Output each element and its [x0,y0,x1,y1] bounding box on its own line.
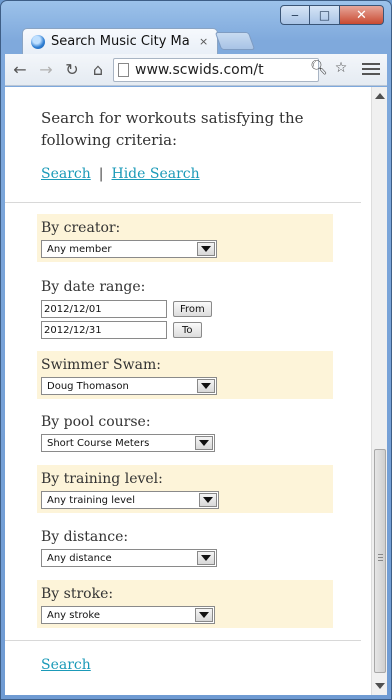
tab-close-icon[interactable]: × [199,35,208,48]
bookmark-star-icon[interactable]: ☆ [332,58,350,78]
stroke-criteria: By stroke: Any stroke [37,580,333,628]
scroll-up-arrow-icon[interactable] [375,93,385,99]
creator-label: By creator: [41,220,121,236]
training-level-criteria: By training level: Any training level [37,465,333,513]
training-level-label: By training level: [41,471,163,487]
forward-arrow-icon[interactable]: → [35,59,57,81]
scroll-down-arrow-icon[interactable] [375,683,385,689]
chevron-down-icon [195,436,213,450]
chevron-down-icon [199,493,217,507]
swimmer-select[interactable]: Doug Thomason [41,377,217,395]
stroke-label: By stroke: [41,586,114,602]
creator-criteria: By creator: Any member [37,214,333,262]
to-date-button[interactable]: To [173,322,202,338]
pool-course-select-value: Short Course Meters [47,437,150,449]
back-arrow-icon[interactable]: ← [9,59,31,81]
chevron-down-icon [195,608,213,622]
scroll-thumb[interactable] [374,449,386,673]
creator-select-value: Any member [47,243,112,255]
browser-tab[interactable]: Search Music City Ma × [22,28,218,54]
chevron-down-icon [197,379,215,393]
date-range-criteria: By date range: 2012/12/01 From 2012/12/3… [37,273,333,343]
to-date-input[interactable]: 2012/12/31 [41,321,167,339]
from-date-button[interactable]: From [173,301,212,317]
window-controls: ‒ □ ✕ [280,5,384,25]
tab-title: Search Music City Ma [51,34,190,49]
close-icon[interactable]: ✕ [340,5,384,25]
reload-icon[interactable]: ↻ [61,59,83,81]
distance-label: By distance: [41,529,129,545]
date-range-label: By date range: [41,279,146,295]
distance-select[interactable]: Any distance [41,549,217,567]
pool-course-label: By pool course: [41,414,151,430]
chevron-down-icon [197,242,215,256]
distance-criteria: By distance: Any distance [37,523,333,571]
stroke-select[interactable]: Any stroke [41,606,215,624]
link-separator: | [98,166,104,182]
search-link[interactable]: Search [41,166,91,182]
creator-select[interactable]: Any member [41,240,217,258]
vertical-scrollbar[interactable] [371,87,387,695]
search-links: Search | Hide Search [41,166,200,182]
zoom-icon[interactable]: 🔍︎ [310,58,328,78]
address-url: www.scwids.com/t [135,61,264,78]
search-intro-text: Search for workouts satisfying the follo… [41,109,304,149]
maximize-icon[interactable]: □ [310,5,340,25]
pool-course-criteria: By pool course: Short Course Meters [37,408,333,456]
home-icon[interactable]: ⌂ [87,59,109,81]
menu-hamburger-icon[interactable] [362,60,380,78]
stroke-select-value: Any stroke [47,609,101,621]
globe-favicon-icon [31,34,45,49]
swimmer-label: Swimmer Swam: [41,357,161,373]
from-date-input[interactable]: 2012/12/01 [41,300,167,318]
hide-search-link[interactable]: Hide Search [112,166,200,182]
address-bar[interactable]: www.scwids.com/t [113,57,319,82]
bottom-divider [5,640,361,641]
bottom-search-link[interactable]: Search [41,657,91,673]
minimize-icon[interactable]: ‒ [280,5,310,25]
training-level-select-value: Any training level [47,494,135,506]
pool-course-select[interactable]: Short Course Meters [41,434,215,452]
training-level-select[interactable]: Any training level [41,491,219,509]
distance-select-value: Any distance [47,552,112,564]
swimmer-select-value: Doug Thomason [47,380,129,392]
chevron-down-icon [197,551,215,565]
omnibox-actions: 🔍︎ ☆ [310,58,350,78]
page-icon [118,62,129,77]
swimmer-criteria: Swimmer Swam: Doug Thomason [37,351,333,399]
new-tab-button[interactable] [214,32,256,50]
top-divider [5,202,361,203]
page-viewport: Search for workouts satisfying the follo… [5,87,371,695]
